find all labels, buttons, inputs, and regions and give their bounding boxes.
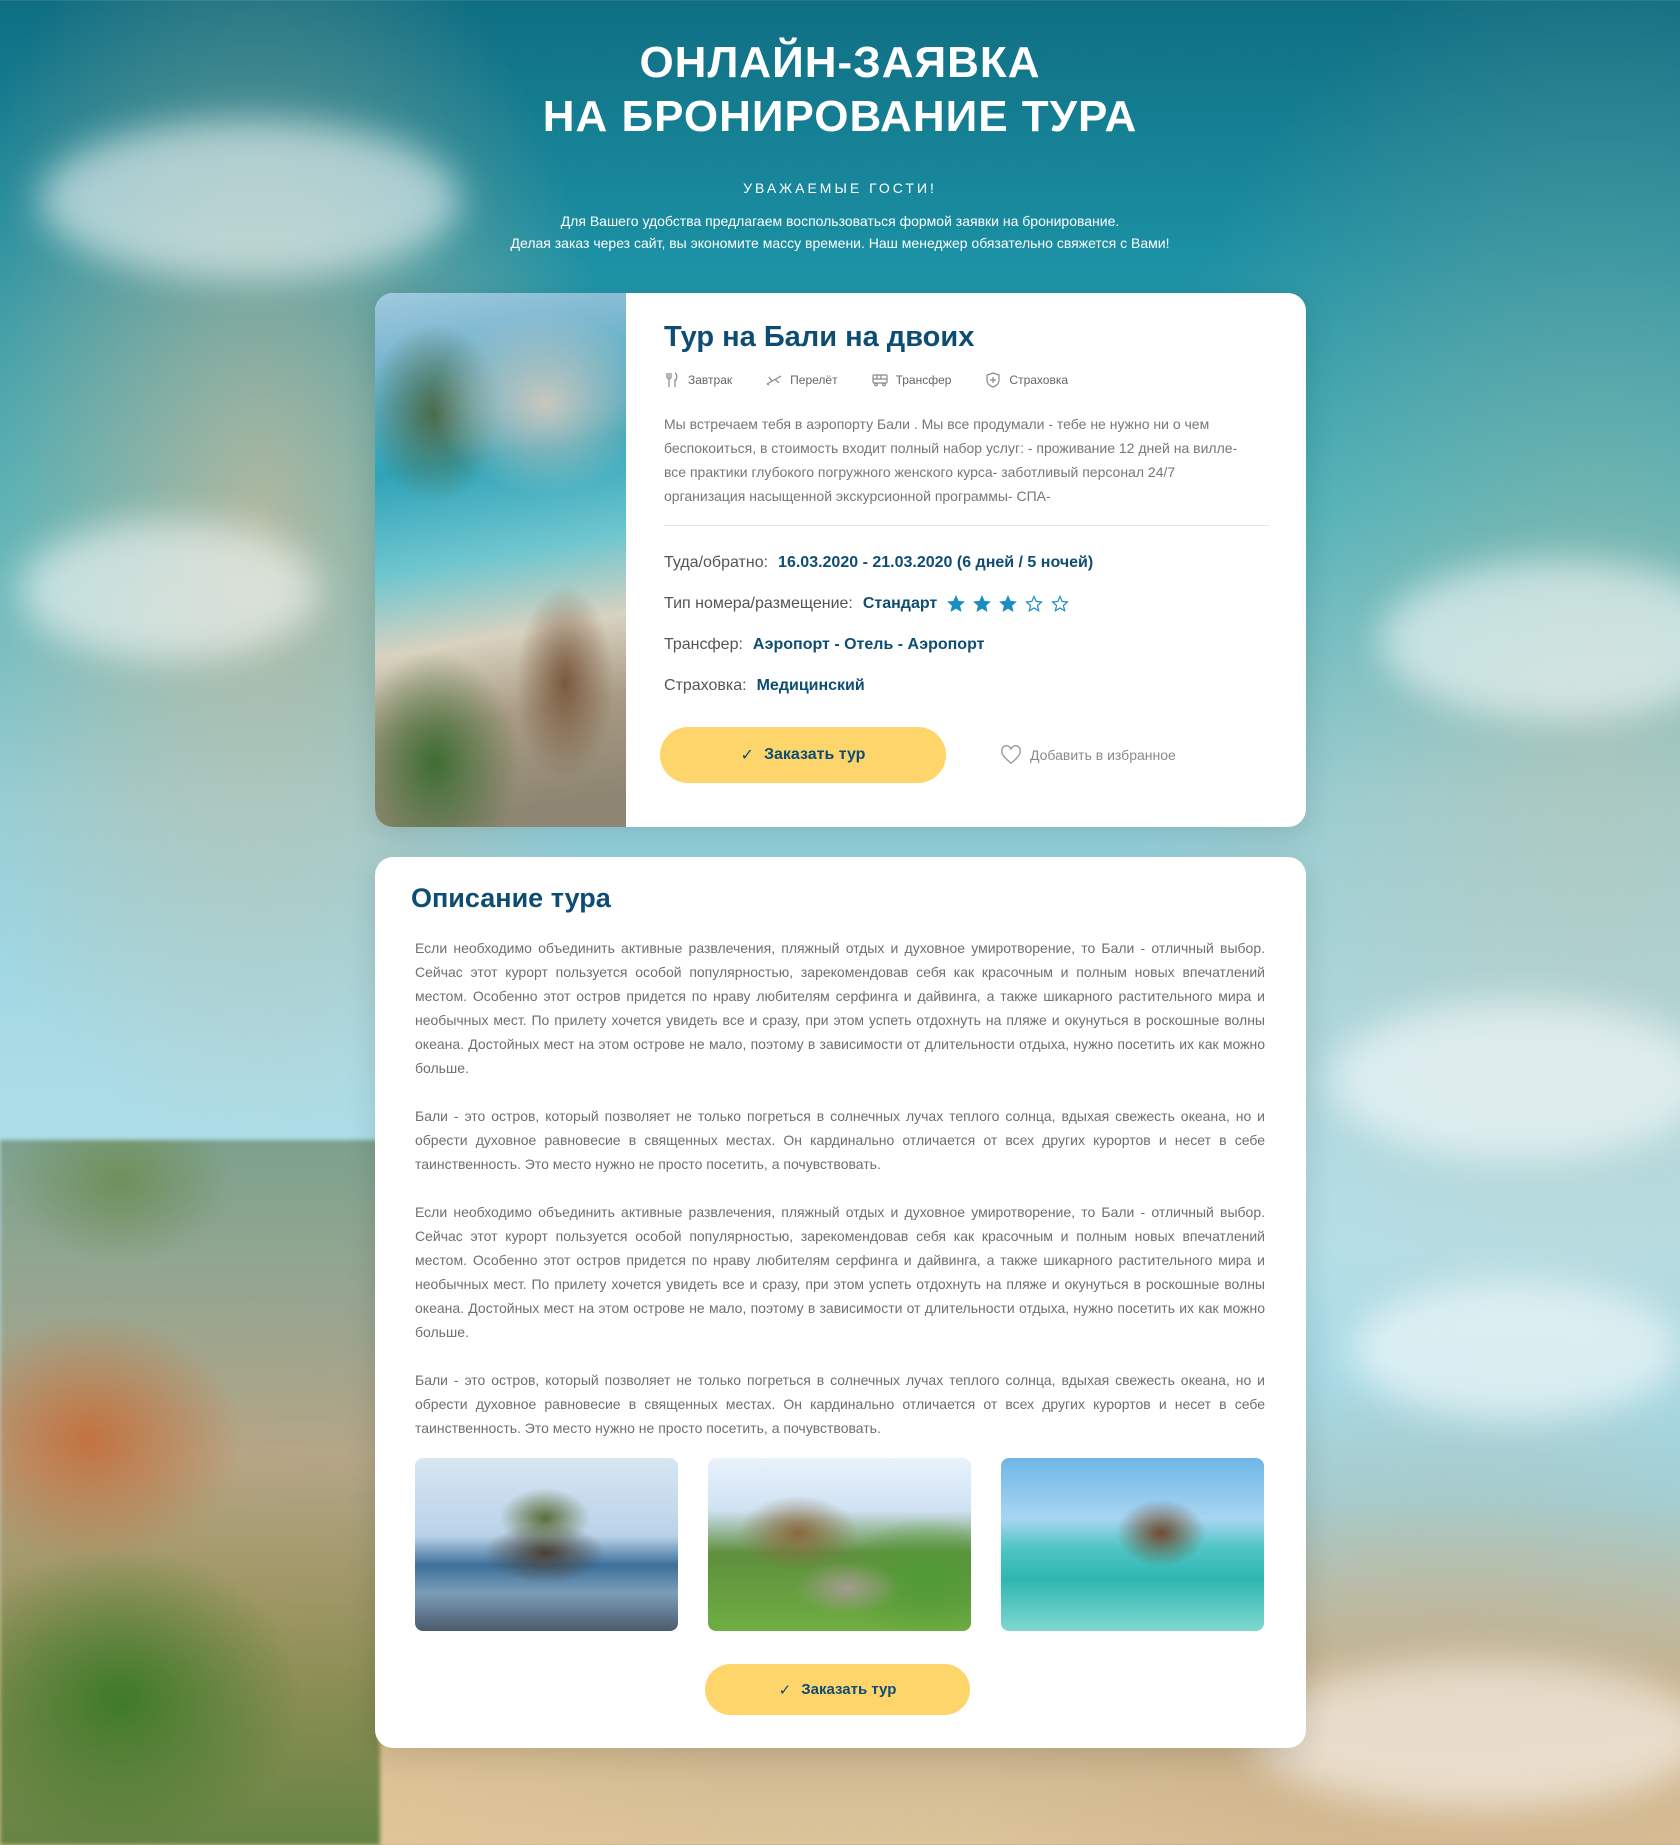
star-filled-icon [947,594,966,612]
feature-label: Завтрак [688,373,733,387]
page-header: ОНЛАЙН-ЗАЯВКА НА БРОНИРОВАНИЕ ТУРА УВАЖА… [0,36,1680,254]
tour-short-description: Мы встречаем тебя в аэропорту Бали . Мы … [664,416,1238,504]
order-tour-button[interactable]: ✓ Заказать тур [660,727,946,783]
dates-label: Туда/обратно: [664,553,769,571]
description-text: Если необходимо объединить активные разв… [415,936,1265,1464]
add-to-favorites-link[interactable]: Добавить в избранное [1000,744,1176,766]
tour-photo [375,293,626,827]
description-paragraph: Бали - это остров, который позволяет не … [415,1372,1265,1436]
feature-transfer: Трансфер [871,372,952,388]
dates-row: Туда/обратно: 16.03.2020 - 21.03.2020 (6… [664,542,1269,583]
photo-gallery [415,1458,1264,1631]
page-title: ОНЛАЙН-ЗАЯВКА НА БРОНИРОВАНИЕ ТУРА [542,38,1138,141]
tour-features: Завтрак Перелёт Трансфер Страховка [664,372,1269,388]
bus-icon [871,374,888,387]
feature-label: Трансфер [895,373,952,387]
description-paragraph: Бали - это остров, который позволяет не … [415,1108,1265,1172]
tour-actions: ✓ Заказать тур Добавить в избранное [660,727,1269,783]
transfer-label: Трансфер: [664,635,743,653]
feature-flight: Перелёт [766,372,838,388]
room-value: Стандарт [862,594,938,612]
insurance-label: Страховка: [664,676,747,694]
insurance-row: Страховка: Медицинский [664,665,1269,706]
surf-foam [1250,1660,1680,1810]
order-tour-label: Заказать тур [763,746,866,763]
cloud [1330,1000,1680,1160]
feature-breakfast: Завтрак [664,372,732,388]
dates-value: 16.03.2020 - 21.03.2020 (6 дней / 5 ноче… [778,553,1094,571]
intro-text: Для Вашего удобства предлагаем воспользо… [0,210,1680,254]
cloud [1350,1280,1680,1420]
feature-label: Перелёт [790,373,838,387]
description-paragraph: Если необходимо объединить активные разв… [415,1204,1265,1340]
tour-card-body: Тур на Бали на двоих Завтрак Перелёт Тра… [660,293,1269,783]
breakfast-icon [666,372,678,387]
intro-line: Делая заказ через сайт, вы экономите мас… [510,235,1170,251]
surf-foam [1380,560,1680,720]
shield-icon [986,372,1001,388]
room-row: Тип номера/размещение: Стандарт [664,583,1269,624]
star-filled-icon [999,594,1018,612]
heart-icon [1001,745,1021,765]
tour-title: Тур на Бали на двоих [664,321,975,353]
plane-icon [766,375,782,386]
description-title: Описание тура [411,883,611,913]
order-tour-button-bottom[interactable]: ✓ Заказать тур [705,1664,970,1715]
cloud [20,520,320,660]
star-empty-icon [1051,594,1070,612]
greeting-subtitle: УВАЖАЕМЫЕ ГОСТИ! [743,180,937,196]
transfer-value: Аэропорт - Отель - Аэропорт [752,635,985,653]
feature-insurance: Страховка [985,372,1068,388]
star-filled-icon [973,594,992,612]
check-icon: ✓ [740,747,754,764]
order-tour-label: Заказать тур [801,1681,897,1698]
gallery-photo-villa[interactable] [708,1458,971,1631]
divider [664,525,1269,526]
beach-cliff-background [0,1140,380,1845]
star-empty-icon [1025,594,1044,612]
tour-info: Туда/обратно: 16.03.2020 - 21.03.2020 (6… [664,542,1269,706]
gallery-photo-bungalow[interactable] [1001,1458,1264,1631]
tour-description-card: Описание тура Если необходимо объединить… [375,857,1306,1748]
insurance-value: Медицинский [756,676,865,694]
tour-card: Тур на Бали на двоих Завтрак Перелёт Тра… [375,293,1306,827]
gallery-photo-temple[interactable] [415,1458,678,1631]
transfer-row: Трансфер: Аэропорт - Отель - Аэропорт [664,624,1269,665]
check-icon: ✓ [778,1681,792,1699]
room-label: Тип номера/размещение: [664,594,853,612]
description-paragraph: Если необходимо объединить активные разв… [415,940,1265,1076]
favorites-label: Добавить в избранное [1030,747,1176,763]
star-rating [947,594,1070,613]
feature-label: Страховка [1009,373,1069,387]
intro-line: Для Вашего удобства предлагаем воспользо… [560,213,1120,229]
